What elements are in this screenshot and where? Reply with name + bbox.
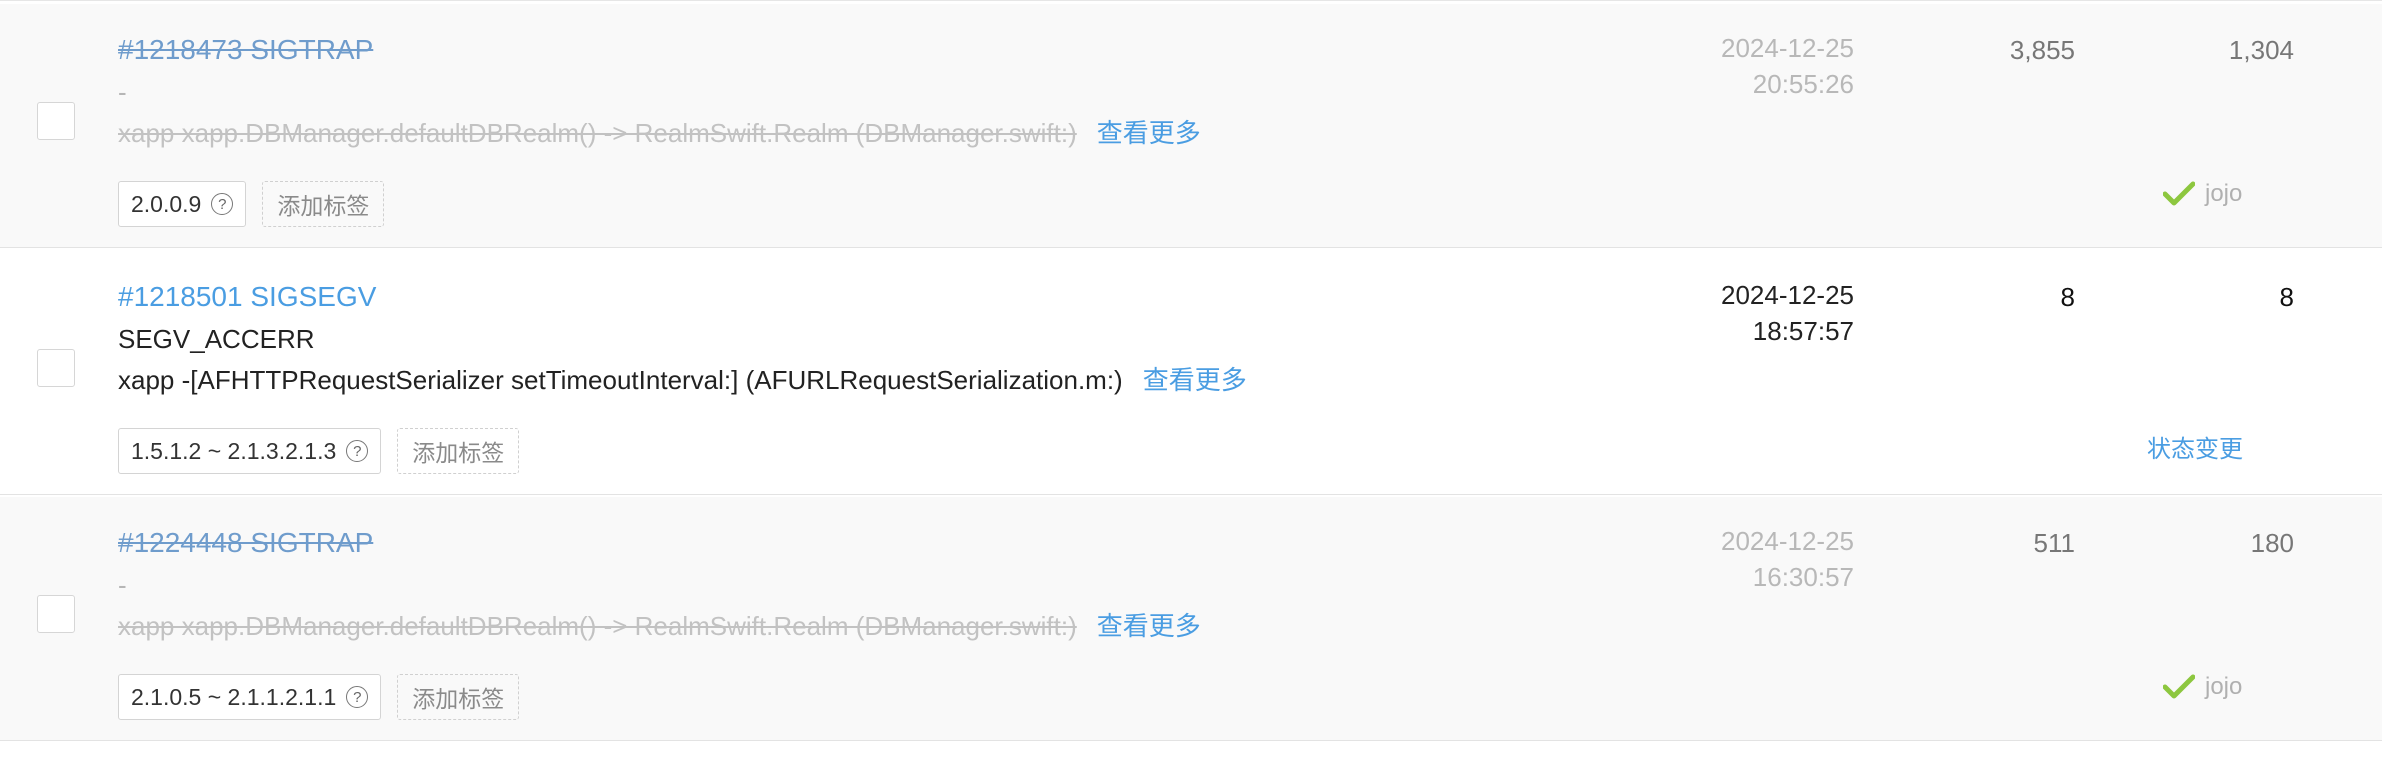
row-select-checkbox[interactable]	[37, 102, 75, 140]
affected-users-count: 8	[2279, 282, 2294, 312]
issue-title-link[interactable]: #1224448 SIGTRAP	[118, 525, 373, 561]
time-text: 18:57:57	[1752, 316, 1854, 346]
stack-line: xapp xapp.DBManager.defaultDBRealm() -> …	[118, 609, 1201, 643]
date-text: 2024-12-25	[1721, 33, 1854, 63]
last-occurrence-time: 2024-12-25 20:55:26	[1721, 30, 1854, 102]
check-icon	[2163, 674, 2195, 699]
version-tag: 1.5.1.2 ~ 2.1.3.2.1.3 ?	[118, 428, 382, 474]
issue-title-link[interactable]: #1218501 SIGSEGV	[118, 279, 376, 315]
tag-row: 1.5.1.2 ~ 2.1.3.2.1.3 ? 添加标签	[118, 428, 520, 474]
view-more-link[interactable]: 查看更多	[1097, 611, 1201, 641]
row-select-checkbox[interactable]	[37, 349, 75, 387]
question-circle-icon[interactable]: ?	[346, 686, 369, 708]
row-select-checkbox[interactable]	[37, 595, 75, 633]
assignee-name: jojo	[2205, 180, 2243, 207]
add-tag-button[interactable]: 添加标签	[397, 674, 520, 720]
version-tag: 2.1.0.5 ~ 2.1.1.2.1.1 ?	[118, 674, 382, 720]
tag-row: 2.1.0.5 ~ 2.1.1.2.1.1 ? 添加标签	[118, 674, 520, 720]
stack-trace-text: xapp xapp.DBManager.defaultDBRealm() -> …	[118, 118, 1077, 148]
question-circle-icon[interactable]: ?	[346, 440, 369, 462]
time-text: 20:55:26	[1752, 69, 1854, 99]
assignee-name: jojo	[2205, 673, 2243, 700]
version-text: 2.1.0.5 ~ 2.1.1.2.1.1	[131, 683, 337, 710]
occurrence-count: 511	[2033, 528, 2075, 558]
last-occurrence-time: 2024-12-25 18:57:57	[1721, 277, 1854, 349]
date-text: 2024-12-25	[1721, 280, 1854, 310]
version-text: 2.0.0.9	[131, 190, 202, 217]
issue-row: #1218473 SIGTRAP - xapp xapp.DBManager.d…	[0, 4, 2382, 248]
affected-users-count: 180	[2250, 528, 2294, 558]
issue-row: #1218501 SIGSEGV SEGV_ACCERR xapp -[AFHT…	[0, 251, 2382, 495]
view-more-link[interactable]: 查看更多	[1143, 365, 1247, 395]
issue-reason: -	[118, 77, 127, 107]
stack-line: xapp -[AFHTTPRequestSerializer setTimeou…	[118, 363, 1247, 397]
stack-line: xapp xapp.DBManager.defaultDBRealm() -> …	[118, 116, 1201, 150]
last-occurrence-time: 2024-12-25 16:30:57	[1721, 523, 1854, 595]
check-icon	[2163, 181, 2195, 206]
stack-trace-text: xapp -[AFHTTPRequestSerializer setTimeou…	[118, 365, 1123, 395]
resolved-assignee: jojo	[2163, 673, 2242, 701]
issue-reason: -	[118, 570, 127, 600]
issue-row: #1224448 SIGTRAP - xapp xapp.DBManager.d…	[0, 497, 2382, 741]
occurrence-count: 3,855	[2009, 35, 2075, 65]
question-circle-icon[interactable]: ?	[211, 193, 234, 215]
add-tag-button[interactable]: 添加标签	[262, 181, 385, 227]
add-tag-button[interactable]: 添加标签	[397, 428, 520, 474]
issue-reason: SEGV_ACCERR	[118, 324, 315, 354]
resolved-assignee: jojo	[2163, 180, 2242, 208]
time-text: 16:30:57	[1752, 562, 1854, 592]
issue-list: #1218473 SIGTRAP - xapp xapp.DBManager.d…	[0, 0, 2382, 760]
view-more-link[interactable]: 查看更多	[1097, 118, 1201, 148]
occurrence-count: 8	[2060, 282, 2075, 312]
version-text: 1.5.1.2 ~ 2.1.3.2.1.3	[131, 437, 337, 464]
date-text: 2024-12-25	[1721, 526, 1854, 556]
issue-title-link[interactable]: #1218473 SIGTRAP	[118, 32, 373, 68]
version-tag: 2.0.0.9 ?	[118, 181, 247, 227]
status-change-link[interactable]: 状态变更	[2147, 429, 2243, 464]
stack-trace-text: xapp xapp.DBManager.defaultDBRealm() -> …	[118, 611, 1077, 641]
tag-row: 2.0.0.9 ? 添加标签	[118, 181, 385, 227]
affected-users-count: 1,304	[2228, 35, 2294, 65]
